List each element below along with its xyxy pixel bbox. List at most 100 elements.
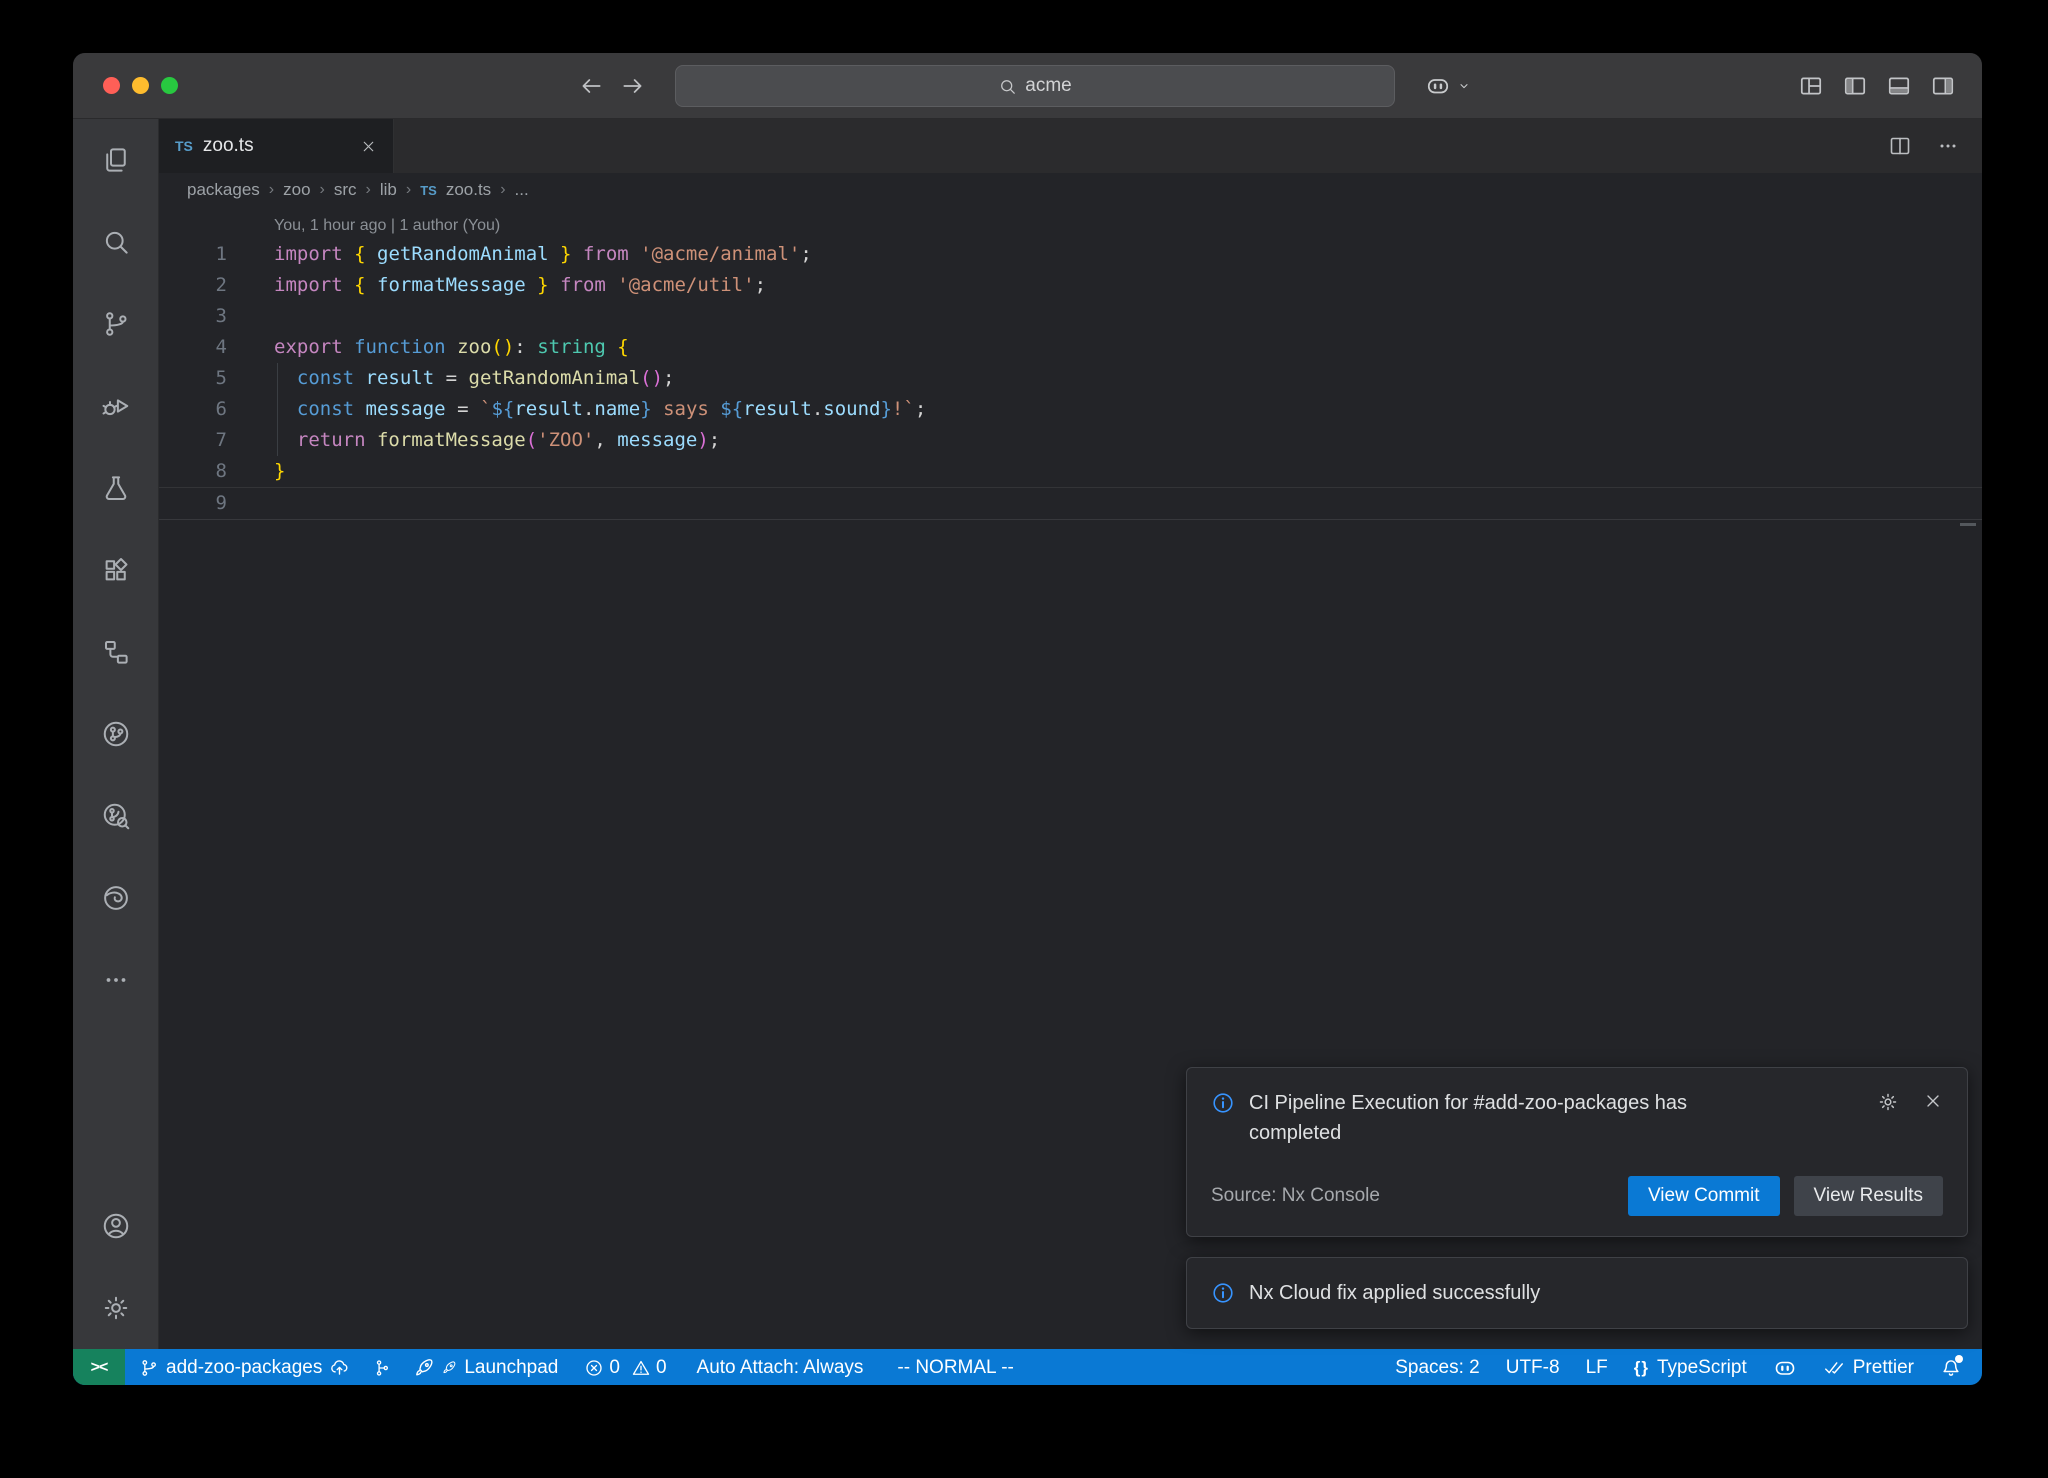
- toggle-panel-icon[interactable]: [1886, 73, 1912, 99]
- code-text: export function zoo(): string {: [239, 332, 629, 363]
- braces-icon: {}: [1634, 1358, 1649, 1378]
- search-icon[interactable]: [73, 201, 158, 283]
- extensions-icon[interactable]: [73, 529, 158, 611]
- remote-icon: ><: [91, 1359, 108, 1377]
- typescript-file-icon: TS: [420, 183, 437, 198]
- copilot-icon: [1773, 1356, 1797, 1380]
- commit-graph-icon: [372, 1358, 392, 1378]
- breadcrumb-item-file[interactable]: zoo.ts: [446, 180, 491, 200]
- errors-icon: [584, 1358, 604, 1378]
- code-text: const result = getRandomAnimal();: [239, 363, 675, 394]
- git-branch-item[interactable]: add-zoo-packages: [135, 1349, 354, 1385]
- command-center-search[interactable]: acme: [675, 65, 1395, 107]
- activity-bar: [73, 119, 159, 1349]
- account-icon[interactable]: [73, 1185, 158, 1267]
- layout-controls: [1798, 53, 1956, 118]
- edge-browser-icon[interactable]: [73, 857, 158, 939]
- testing-icon[interactable]: [73, 447, 158, 529]
- remote-indicator[interactable]: ><: [73, 1349, 125, 1385]
- language-mode-item[interactable]: {} TypeScript: [1634, 1349, 1747, 1385]
- notification-center: CI Pipeline Execution for #add-zoo-packa…: [1186, 1067, 1968, 1329]
- vim-mode-label: -- NORMAL --: [897, 1357, 1013, 1379]
- source-control-icon[interactable]: [73, 283, 158, 365]
- tab-zoo-ts[interactable]: TS zoo.ts: [159, 119, 394, 173]
- rocket-small-icon: [442, 1360, 457, 1375]
- close-window-button[interactable]: [103, 77, 120, 94]
- commit-graph-item[interactable]: [368, 1349, 396, 1385]
- project-graph-icon[interactable]: [73, 611, 158, 693]
- toggle-secondary-sidebar-icon[interactable]: [1930, 73, 1956, 99]
- minimize-window-button[interactable]: [132, 77, 149, 94]
- code-line-9[interactable]: 9: [159, 487, 1982, 520]
- settings-gear-icon[interactable]: [73, 1267, 158, 1349]
- error-count: 0: [609, 1357, 620, 1379]
- view-commit-button[interactable]: View Commit: [1628, 1176, 1780, 1216]
- notification-source: Source: Nx Console: [1211, 1185, 1380, 1207]
- zoom-window-button[interactable]: [161, 77, 178, 94]
- encoding-label: UTF-8: [1506, 1357, 1560, 1379]
- editor-actions: [1888, 119, 1960, 173]
- code-text: import { getRandomAnimal } from '@acme/a…: [239, 239, 812, 270]
- more-views-icon[interactable]: [73, 939, 158, 1021]
- auto-attach-item[interactable]: Auto Attach: Always: [693, 1349, 868, 1385]
- customize-layout-icon[interactable]: [1798, 73, 1824, 99]
- run-debug-icon[interactable]: [73, 365, 158, 447]
- line-number: 2: [159, 270, 239, 301]
- notification-badge-dot: [1955, 1355, 1963, 1363]
- split-editor-icon[interactable]: [1888, 134, 1912, 158]
- problems-item[interactable]: 0 0: [580, 1349, 670, 1385]
- notification-toast-pipeline: CI Pipeline Execution for #add-zoo-packa…: [1186, 1067, 1968, 1237]
- notifications-bell-item[interactable]: [1940, 1349, 1962, 1385]
- formatter-item[interactable]: Prettier: [1823, 1349, 1914, 1385]
- line-number: 8: [159, 456, 239, 487]
- breadcrumb-item-symbol[interactable]: ...: [515, 180, 529, 200]
- vscode-window: acme TS zoo.ts: [73, 53, 1982, 1385]
- go-forward-icon[interactable]: [620, 73, 646, 99]
- rocket-icon: [414, 1357, 435, 1378]
- line-number: 3: [159, 301, 239, 332]
- vim-mode-item[interactable]: -- NORMAL --: [893, 1349, 1017, 1385]
- line-number: 4: [159, 332, 239, 363]
- line-number: 6: [159, 394, 239, 425]
- warnings-icon: [631, 1358, 651, 1378]
- more-actions-icon[interactable]: [1936, 134, 1960, 158]
- breadcrumb-item-lib[interactable]: lib: [380, 180, 397, 200]
- breadcrumb-item-packages[interactable]: packages: [187, 180, 260, 200]
- launchpad-item[interactable]: Launchpad: [410, 1349, 562, 1385]
- breadcrumb-item-zoo[interactable]: zoo: [283, 180, 310, 200]
- gitlens-icon[interactable]: [73, 693, 158, 775]
- breadcrumb-separator-icon: ›: [406, 181, 411, 199]
- codelens-blame[interactable]: You, 1 hour ago | 1 author (You): [159, 213, 1982, 239]
- code-line-2[interactable]: 2import { formatMessage } from '@acme/ut…: [159, 270, 1982, 301]
- warning-count: 0: [656, 1357, 667, 1379]
- notification-settings-icon[interactable]: [1877, 1091, 1899, 1113]
- code-line-4[interactable]: 4export function zoo(): string {: [159, 332, 1982, 363]
- code-text: import { formatMessage } from '@acme/uti…: [239, 270, 766, 301]
- view-results-button[interactable]: View Results: [1794, 1176, 1943, 1216]
- notification-close-icon[interactable]: [1923, 1091, 1943, 1113]
- code-line-7[interactable]: 7 return formatMessage('ZOO', message);: [159, 425, 1982, 456]
- eol-item[interactable]: LF: [1586, 1349, 1608, 1385]
- code-line-5[interactable]: 5 const result = getRandomAnimal();: [159, 363, 1982, 394]
- code-line-1[interactable]: 1import { getRandomAnimal } from '@acme/…: [159, 239, 1982, 270]
- code-line-8[interactable]: 8}: [159, 456, 1982, 487]
- line-number: 5: [159, 363, 239, 394]
- code-text: const message = `${result.name} says ${r…: [239, 394, 926, 425]
- tab-label: zoo.ts: [203, 135, 254, 157]
- encoding-item[interactable]: UTF-8: [1506, 1349, 1560, 1385]
- copilot-menu-button[interactable]: [1425, 53, 1472, 118]
- go-back-icon[interactable]: [578, 73, 604, 99]
- title-bar: acme: [73, 53, 1982, 119]
- gitlens-inspect-icon[interactable]: [73, 775, 158, 857]
- code-text: }: [239, 456, 285, 487]
- close-tab-icon[interactable]: [360, 138, 377, 155]
- copilot-status-item[interactable]: [1773, 1349, 1797, 1385]
- code-line-3[interactable]: 3: [159, 301, 1982, 332]
- breadcrumb-separator-icon: ›: [366, 181, 371, 199]
- breadcrumb-item-src[interactable]: src: [334, 180, 357, 200]
- toggle-primary-sidebar-icon[interactable]: [1842, 73, 1868, 99]
- code-text: return formatMessage('ZOO', message);: [239, 425, 720, 456]
- code-line-6[interactable]: 6 const message = `${result.name} says $…: [159, 394, 1982, 425]
- indentation-item[interactable]: Spaces: 2: [1395, 1349, 1480, 1385]
- explorer-icon[interactable]: [73, 119, 158, 201]
